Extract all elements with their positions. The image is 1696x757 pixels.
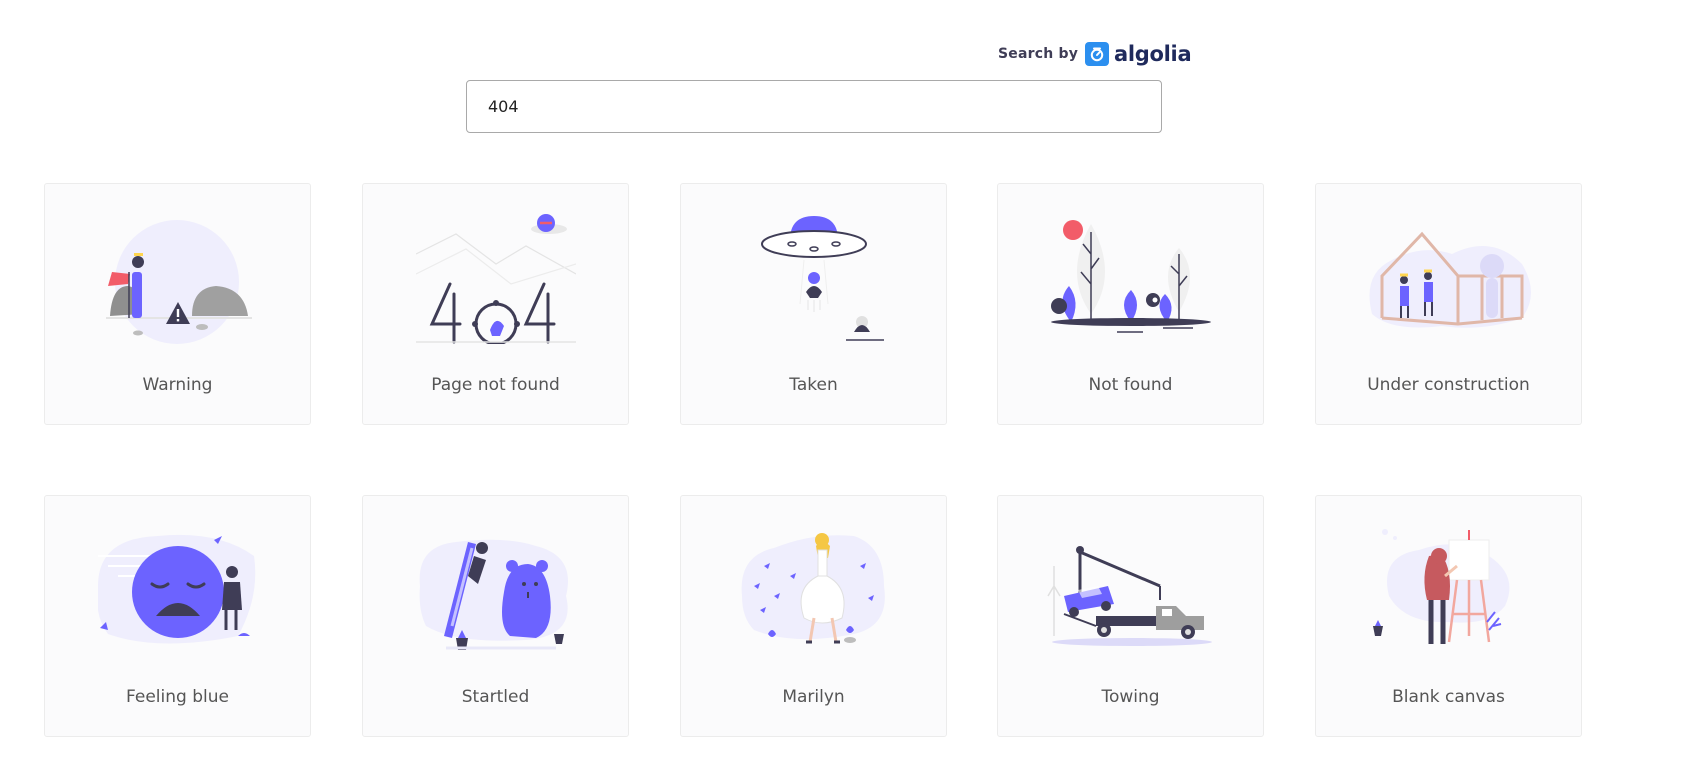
card-label: Page not found xyxy=(431,375,560,395)
card-label: Towing xyxy=(1101,687,1160,707)
warning-illustration-icon xyxy=(106,220,252,344)
card-label: Blank canvas xyxy=(1392,687,1505,707)
card-label: Feeling blue xyxy=(126,687,229,707)
illustration-card-startled[interactable]: Startled xyxy=(362,495,629,737)
under-construction-illustration-icon xyxy=(1369,231,1531,328)
marilyn-illustration-icon xyxy=(741,533,885,644)
algolia-brand-name: algolia xyxy=(1114,42,1192,66)
illustration-card-marilyn[interactable]: Marilyn xyxy=(680,495,947,737)
illustration-card-blank-canvas[interactable]: Blank canvas xyxy=(1315,495,1582,737)
algolia-logo-icon xyxy=(1085,42,1110,66)
page-not-found-illustration-icon xyxy=(416,214,576,344)
illustration-card-not-found[interactable]: Not found xyxy=(997,183,1264,425)
illustration-card-under-construction[interactable]: Under construction xyxy=(1315,183,1582,425)
card-label: Not found xyxy=(1088,375,1173,395)
card-label: Startled xyxy=(461,687,530,707)
illustration-card-feeling-blue[interactable]: Feeling blue xyxy=(44,495,311,737)
card-label: Taken xyxy=(789,375,838,395)
card-label: Marilyn xyxy=(782,687,845,707)
illustration-card-taken[interactable]: Taken xyxy=(680,183,947,425)
card-label: Warning xyxy=(142,375,213,395)
not-found-trees-illustration-icon xyxy=(1051,220,1211,333)
blank-canvas-illustration-icon xyxy=(1373,529,1510,644)
illustration-card-page-not-found[interactable]: Page not found xyxy=(362,183,629,425)
search-by-label: Search by xyxy=(998,46,1079,62)
search-by-algolia[interactable]: Search by algolia xyxy=(998,40,1192,68)
ufo-taken-illustration-icon xyxy=(761,216,884,341)
search-input[interactable] xyxy=(466,80,1162,133)
illustration-card-towing[interactable]: Towing xyxy=(997,495,1264,737)
startled-illustration-icon xyxy=(419,539,568,650)
tow-truck-illustration-icon xyxy=(1047,546,1212,646)
sad-face-illustration-icon xyxy=(98,534,256,644)
illustration-card-warning[interactable]: Warning xyxy=(44,183,311,425)
card-label: Under construction xyxy=(1367,375,1530,395)
